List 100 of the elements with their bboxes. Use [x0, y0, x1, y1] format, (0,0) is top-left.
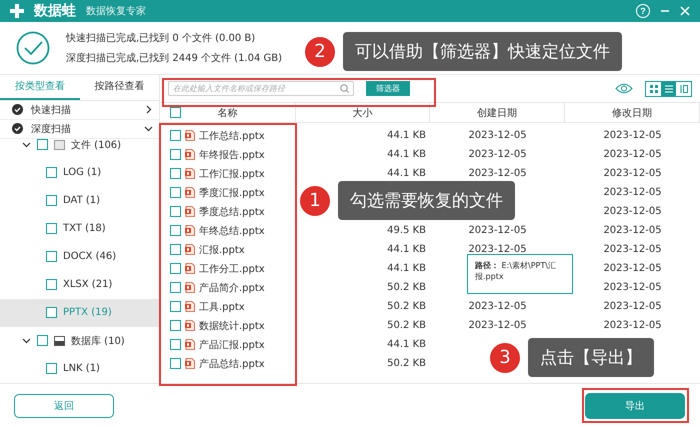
- scan-item[interactable]: 深度扫描: [0, 120, 159, 139]
- tree-item[interactable]: 数据库 (10): [0, 326, 159, 355]
- chevron-down-icon[interactable]: [144, 124, 153, 134]
- check-circle-icon: [16, 31, 50, 65]
- tree-item[interactable]: DOCX (46): [0, 242, 159, 271]
- file-name: 产品总结.pptx: [199, 358, 265, 370]
- column-header[interactable]: 修改日期: [612, 106, 652, 120]
- tree-label: 文件 (106): [71, 138, 122, 152]
- callout-bubble: 点击【导出】: [528, 338, 654, 377]
- tree-label: DOCX (46): [63, 251, 116, 262]
- table-cell-text: 2023-12-05: [467, 149, 528, 160]
- checkbox[interactable]: [170, 187, 181, 198]
- checkbox[interactable]: [46, 251, 57, 262]
- checkbox[interactable]: [46, 167, 57, 178]
- tree-label: LNK (1): [63, 363, 100, 374]
- table-cell-text: 44.1 KB: [386, 130, 427, 141]
- path-tooltip: 路径： E:\素材\PPT\汇报.pptx: [467, 254, 573, 294]
- tree-item[interactable]: LOG (1): [0, 158, 159, 187]
- checkbox[interactable]: [46, 307, 57, 318]
- table-cell-text: 2023-12-05: [602, 320, 663, 331]
- checkbox[interactable]: [37, 139, 48, 150]
- view-tab[interactable]: 按路径查看: [80, 75, 159, 100]
- column-header[interactable]: 名称: [218, 106, 238, 120]
- checkbox[interactable]: [170, 301, 181, 312]
- table-cell-text: 44.1 KB: [386, 339, 427, 350]
- tree-item[interactable]: XLSX (21): [0, 270, 159, 299]
- checkbox[interactable]: [170, 358, 181, 369]
- file-name: 工具.pptx: [199, 300, 245, 314]
- view-mode-button[interactable]: [661, 82, 676, 96]
- step-number: 3: [490, 342, 520, 372]
- presentation-file-icon: [185, 358, 195, 369]
- table-cell-text: 44.1 KB: [386, 263, 427, 274]
- list-icon: [664, 84, 672, 92]
- checkbox[interactable]: [46, 195, 57, 206]
- file-name: 数据统计.pptx: [199, 320, 265, 332]
- search-field[interactable]: 在此处输入文件名称或保存路径: [168, 81, 354, 96]
- presentation-file-icon: [185, 339, 195, 350]
- file-name: 汇报.pptx: [199, 244, 245, 256]
- presentation-file-icon: [185, 282, 195, 293]
- search-icon: [340, 84, 349, 93]
- table-cell-text: 2023-12-05: [602, 263, 663, 274]
- tree-label: XLSX (21): [63, 279, 112, 290]
- checkbox[interactable]: [46, 279, 57, 290]
- eye-icon[interactable]: [615, 83, 633, 94]
- tree-item[interactable]: LNK (1): [0, 354, 159, 383]
- table-cell-text: 50.2 KB: [386, 358, 427, 369]
- tree-label: 数据库 (10): [71, 334, 125, 348]
- view-tab[interactable]: 按类型查看: [0, 75, 80, 100]
- close-icon[interactable]: [680, 6, 690, 16]
- columns-icon: [680, 84, 688, 92]
- table-cell-text: 2023-12-05: [467, 320, 528, 331]
- checkbox[interactable]: [46, 363, 57, 374]
- tree-label: DAT (1): [63, 195, 100, 206]
- file-name: 产品汇报.pptx: [199, 338, 265, 352]
- scan-status: 快速扫描已完成,已找到 0 个文件 (0.00 B): [66, 32, 256, 45]
- chevron-right-icon[interactable]: [144, 105, 153, 114]
- file-name: 工作分工.pptx: [199, 262, 265, 276]
- chevron-down-icon[interactable]: [22, 336, 31, 346]
- presentation-file-icon: [185, 225, 195, 236]
- scan-label: 快速扫描: [31, 104, 71, 117]
- checkbox[interactable]: [170, 225, 181, 236]
- tree-item[interactable]: TXT (18): [0, 214, 159, 243]
- tree-label: LOG (1): [63, 167, 102, 178]
- scan-item[interactable]: 快速扫描: [0, 100, 159, 120]
- checkbox[interactable]: [170, 282, 181, 293]
- tree-item[interactable]: DAT (1): [0, 186, 159, 215]
- scan-status: 深度扫描已完成,已找到 2449 个文件 (1.04 GB): [66, 52, 282, 65]
- column-header[interactable]: 大小: [352, 106, 372, 120]
- checkbox[interactable]: [170, 263, 181, 274]
- file-name: 工作总结.pptx: [199, 130, 265, 142]
- folder-icon: [54, 140, 65, 150]
- file-name: 工作汇报.pptx: [199, 168, 265, 180]
- table-cell-text: 2023-12-05: [602, 282, 663, 293]
- grid-icon: [650, 84, 658, 92]
- presentation-file-icon: [185, 187, 195, 198]
- app-logo: 数据蛙: [34, 2, 76, 20]
- table-cell-text: 49.5 KB: [386, 225, 427, 236]
- tree-label: PPTX (19): [63, 307, 112, 318]
- checkbox[interactable]: [37, 335, 48, 346]
- chevron-down-icon[interactable]: [22, 140, 31, 150]
- presentation-file-icon: [185, 206, 195, 217]
- checkbox[interactable]: [170, 244, 181, 255]
- checkbox[interactable]: [170, 320, 181, 331]
- checkbox[interactable]: [170, 130, 181, 141]
- scan-label: 深度扫描: [31, 122, 71, 136]
- select-all-checkbox[interactable]: [170, 107, 181, 118]
- checkbox[interactable]: [170, 339, 181, 350]
- table-cell-text: 2023-12-05: [467, 130, 528, 141]
- check-icon: [12, 104, 23, 116]
- checkbox[interactable]: [170, 206, 181, 217]
- checkbox[interactable]: [170, 149, 181, 160]
- table-cell-text: 2023-12-05: [602, 244, 663, 255]
- table-cell-text: 2023-12-05: [467, 301, 528, 312]
- column-header[interactable]: 创建日期: [477, 106, 517, 120]
- table-cell-text: 2023-12-05: [467, 168, 528, 179]
- table-cell-text: 2023-12-05: [602, 130, 663, 141]
- checkbox[interactable]: [170, 168, 181, 179]
- checkbox[interactable]: [46, 223, 57, 234]
- table-cell-text: 2023-12-05: [602, 301, 663, 312]
- presentation-file-icon: [185, 320, 195, 331]
